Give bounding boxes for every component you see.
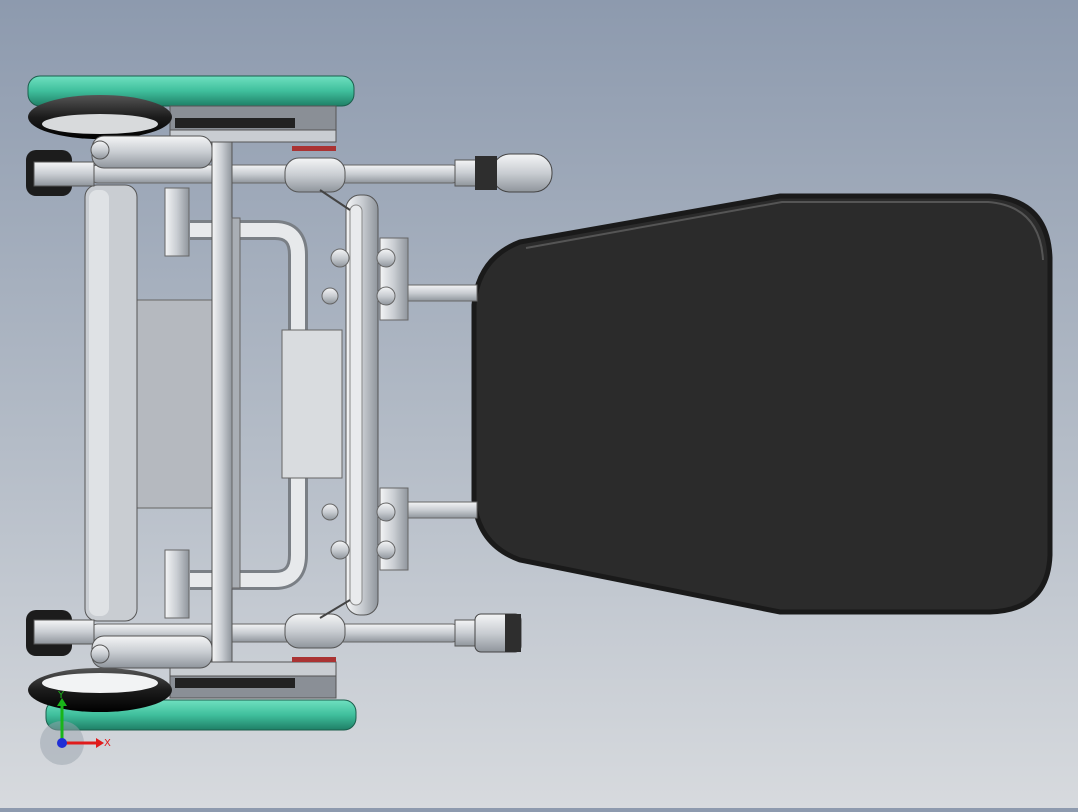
z-axis-dot <box>57 738 67 748</box>
cad-viewport[interactable]: X Y <box>0 0 1078 808</box>
x-axis-label: X <box>104 738 111 749</box>
caster-bottom <box>454 613 522 653</box>
seat-strut-bottom <box>404 501 478 519</box>
center-panel <box>281 329 343 479</box>
y-axis-label: Y <box>57 690 65 701</box>
seat-cushion <box>471 193 1053 615</box>
wheelchair-model-top-view: X Y <box>26 75 1053 765</box>
caster-top <box>454 153 553 193</box>
seat-strut-top <box>404 284 478 302</box>
